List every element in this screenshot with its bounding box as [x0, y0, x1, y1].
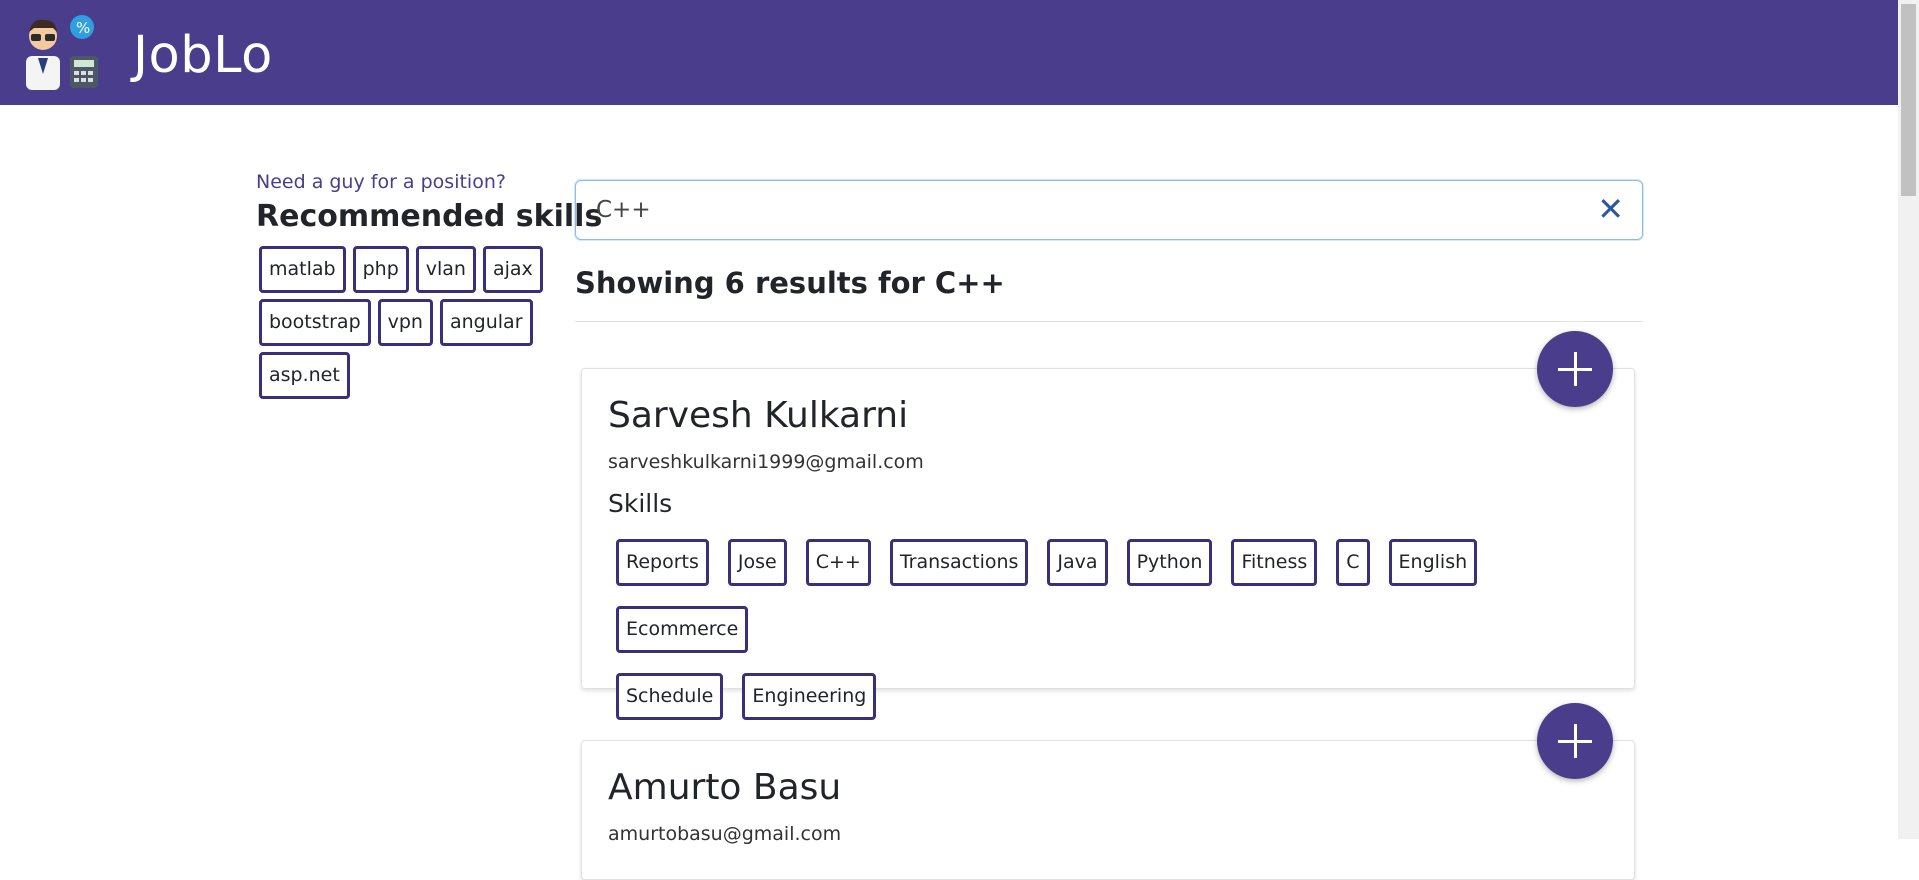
skill-tag[interactable]: C: [1336, 539, 1370, 586]
candidate-card: Amurto Basu amurtobasu@gmail.com: [581, 740, 1635, 880]
skill-tag[interactable]: Jose: [727, 539, 787, 586]
search-input[interactable]: [596, 193, 1556, 227]
add-candidate-button[interactable]: [1537, 703, 1613, 779]
divider: [575, 321, 1643, 322]
recommended-skills-list: matlab php vlan ajax bootstrap vpn angular asp.…: [256, 246, 556, 405]
recommended-skill-tag[interactable]: matlab: [259, 246, 346, 293]
svg-text:%: %: [76, 19, 90, 37]
recommended-skill-tag[interactable]: ajax: [482, 246, 543, 293]
skill-tag[interactable]: Engineering: [742, 673, 877, 720]
candidate-name: Sarvesh Kulkarni: [608, 395, 909, 436]
recommended-skill-tag[interactable]: vpn: [377, 299, 433, 346]
sidebar-subtitle: Need a guy for a position?: [256, 171, 506, 193]
brand-name[interactable]: JobLo: [133, 26, 273, 86]
candidate-name: Amurto Basu: [608, 767, 842, 808]
recommended-skill-tag[interactable]: asp.net: [259, 352, 350, 399]
recommended-skill-tag[interactable]: bootstrap: [259, 299, 371, 346]
skill-tag[interactable]: Reports: [616, 539, 709, 586]
skill-tag[interactable]: Ecommerce: [616, 606, 749, 653]
page-scrollbar[interactable]: [1898, 0, 1919, 839]
results-heading: Showing 6 results for C++: [575, 266, 1005, 300]
top-navbar: % JobLo: [0, 0, 1898, 105]
close-icon[interactable]: ✕: [1597, 192, 1624, 226]
skill-tag[interactable]: Transactions: [889, 539, 1029, 586]
recruiter-logo-icon[interactable]: %: [20, 14, 100, 90]
candidate-email: sarveshkulkarni1999@gmail.com: [608, 451, 924, 473]
candidate-email: amurtobasu@gmail.com: [608, 823, 842, 845]
skill-tag[interactable]: Fitness: [1231, 539, 1318, 586]
recommended-skill-tag[interactable]: angular: [439, 299, 533, 346]
recommended-skill-tag[interactable]: vlan: [415, 246, 476, 293]
skill-tag[interactable]: Python: [1126, 539, 1213, 586]
sidebar-title: Recommended skills: [256, 199, 603, 234]
skill-tag[interactable]: English: [1388, 539, 1478, 586]
candidate-card: Sarvesh Kulkarni sarveshkulkarni1999@gma…: [581, 368, 1635, 720]
add-candidate-button[interactable]: [1537, 331, 1613, 407]
skill-tag[interactable]: C++: [805, 539, 871, 586]
skills-heading: Skills: [608, 489, 673, 518]
recommended-skill-tag[interactable]: php: [352, 246, 409, 293]
skill-tag[interactable]: Schedule: [616, 673, 724, 720]
skill-tag[interactable]: Java: [1047, 539, 1108, 586]
scrollbar-thumb[interactable]: [1901, 4, 1916, 196]
candidate-skills-list: Reports Jose C++ Transactions Java Python Fitn…: [616, 539, 1606, 740]
search-box: ✕: [575, 180, 1643, 240]
